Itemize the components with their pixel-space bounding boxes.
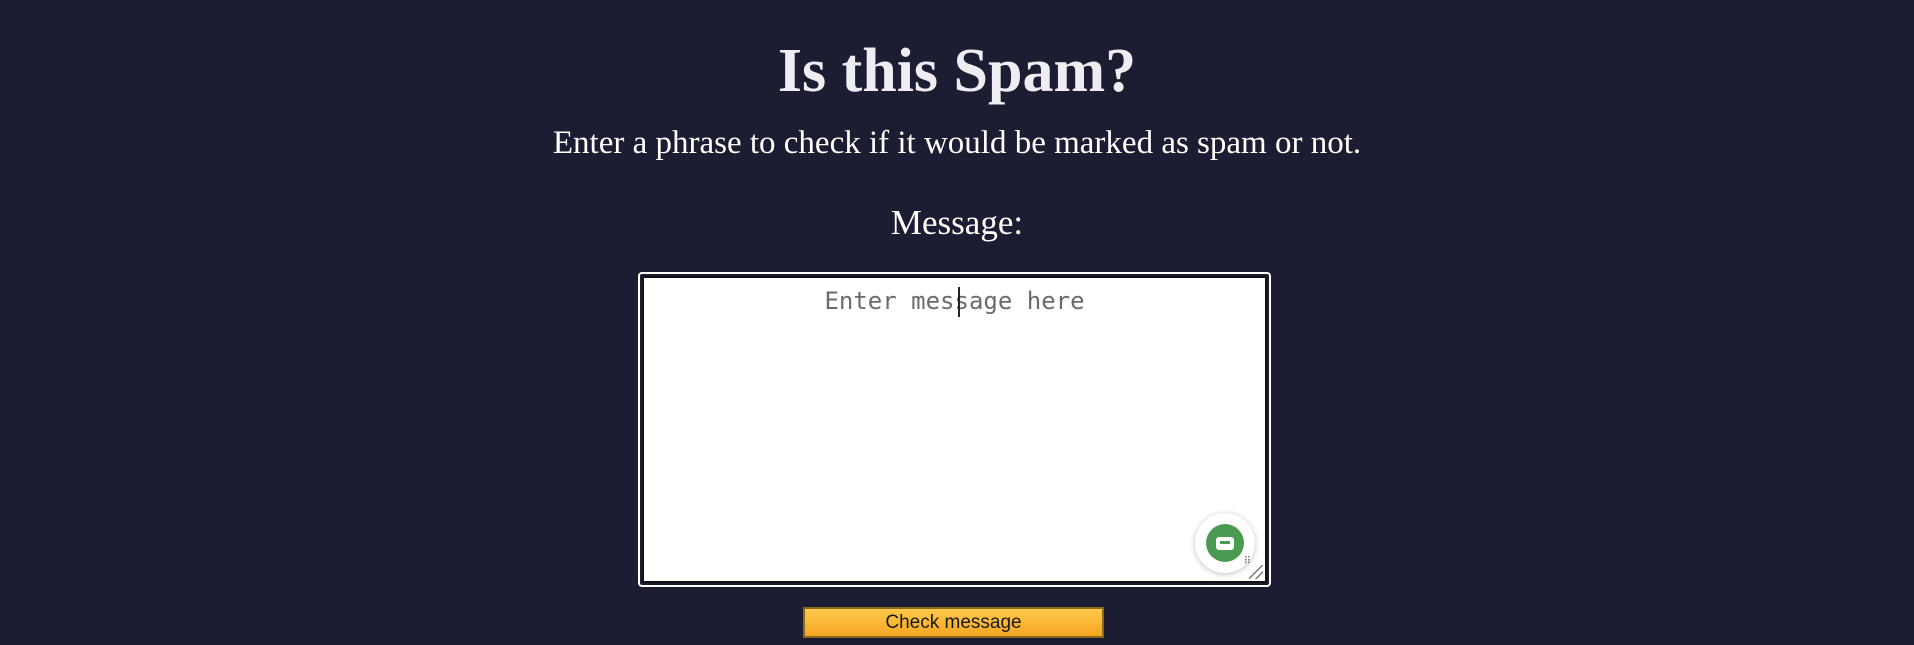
check-message-button[interactable]: Check message	[803, 607, 1104, 638]
spam-check-page: Is this Spam? Enter a phrase to check if…	[0, 0, 1914, 645]
grammar-assistant-icon	[1206, 524, 1244, 562]
message-textarea[interactable]: Enter message here ⠿	[642, 276, 1267, 583]
message-textarea-frame: Enter message here ⠿	[638, 272, 1271, 587]
page-title: Is this Spam?	[777, 37, 1137, 105]
message-label: Message:	[890, 203, 1024, 242]
resize-handle-icon[interactable]	[1249, 565, 1263, 579]
text-caret	[958, 287, 960, 317]
page-subtitle: Enter a phrase to check if it would be m…	[552, 125, 1362, 161]
message-placeholder: Enter message here	[824, 287, 1085, 315]
